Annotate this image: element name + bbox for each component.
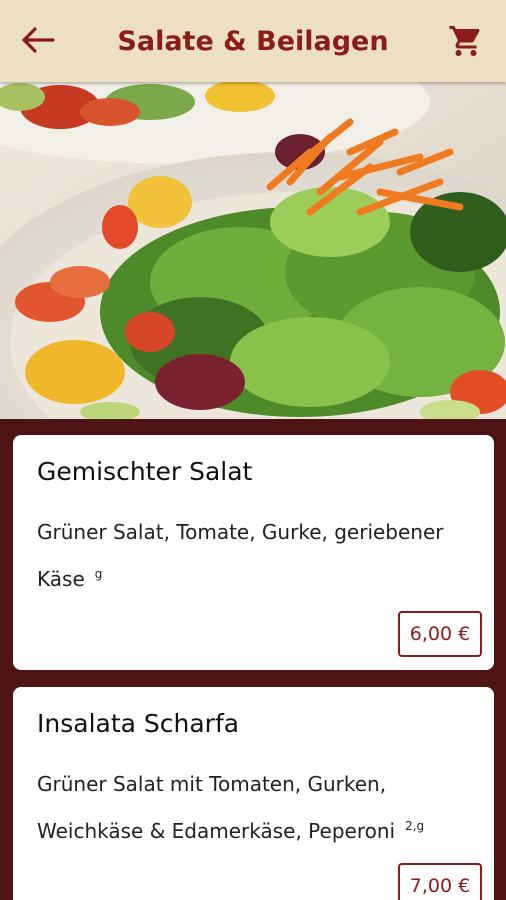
item-name: Gemischter Salat [37, 457, 253, 486]
price-button[interactable]: 7,00 € [398, 863, 482, 900]
arrow-left-icon [22, 27, 55, 53]
salad-photo [0, 82, 506, 419]
allergen-code: 2,g [405, 819, 425, 833]
page-title: Salate & Beilagen [117, 25, 389, 57]
item-name: Insalata Scharfa [37, 709, 240, 738]
item-description: Grüner Salat, Tomate, Gurke, geriebener … [37, 520, 444, 591]
menu-list: Gemischter Salat Grüner Salat, Tomate, G… [0, 419, 506, 900]
app-header: Salate & Beilagen [0, 0, 506, 82]
back-button[interactable] [18, 22, 58, 58]
allergen-code: g [94, 567, 103, 581]
cart-button[interactable] [444, 20, 488, 62]
menu-item-card[interactable]: Gemischter Salat Grüner Salat, Tomate, G… [13, 435, 494, 670]
menu-item-card[interactable]: Insalata Scharfa Grüner Salat mit Tomate… [13, 687, 494, 900]
item-description: Grüner Salat mit Tomaten, Gurken, Weichk… [37, 772, 425, 843]
cart-icon [449, 26, 480, 56]
price-button[interactable]: 6,00 € [398, 611, 482, 657]
